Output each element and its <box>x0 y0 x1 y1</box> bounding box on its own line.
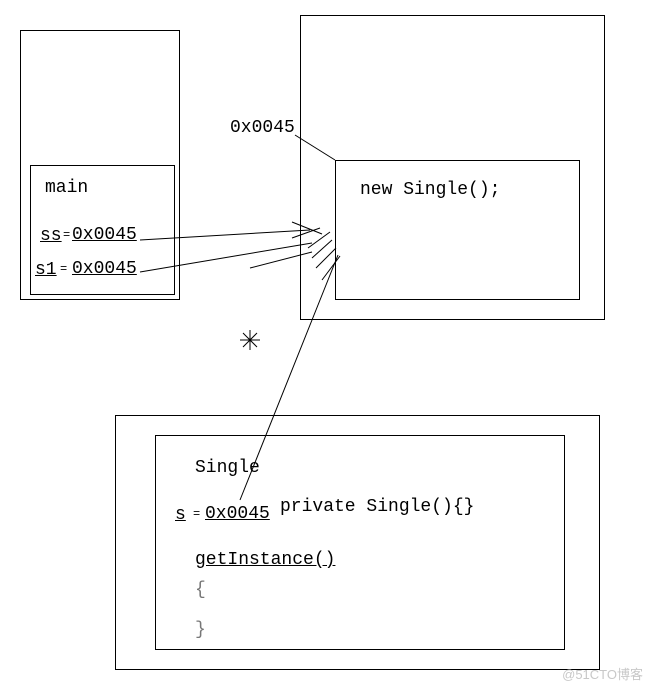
s1-eq-label: = <box>60 262 67 276</box>
s-value-label: 0x0045 <box>205 504 270 526</box>
s1-var-label: s1 <box>35 260 57 282</box>
crosshair-icon <box>240 330 260 350</box>
brace-open-label: { <box>195 580 206 602</box>
getinstance-label: getInstance() <box>195 550 335 572</box>
s-eq-label: = <box>193 507 200 521</box>
main-label: main <box>45 178 88 200</box>
brace-close-label: } <box>195 620 206 642</box>
ss-value-label: 0x0045 <box>72 225 137 247</box>
single-class-label: Single <box>195 458 260 480</box>
ss-eq-label: = <box>63 228 70 242</box>
heap-address-label: 0x0045 <box>230 118 295 140</box>
ss-var-label: ss <box>40 226 62 248</box>
private-single-label: private Single(){} <box>280 497 474 519</box>
s-var-label: s <box>175 505 186 527</box>
watermark-label: @51CTO博客 <box>562 664 643 683</box>
new-single-label: new Single(); <box>360 180 500 202</box>
s1-value-label: 0x0045 <box>72 259 137 281</box>
